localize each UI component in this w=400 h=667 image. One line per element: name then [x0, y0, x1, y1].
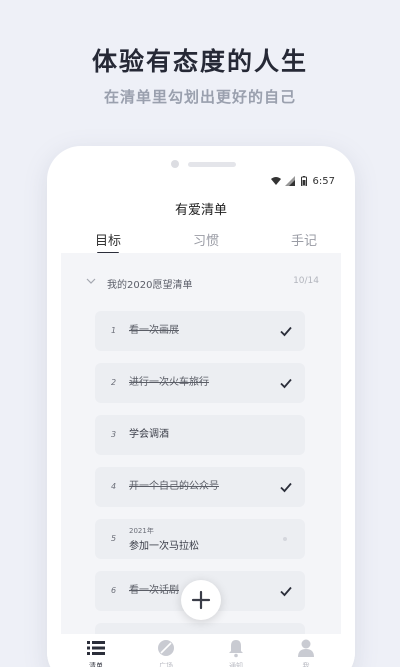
camera-dot: [171, 160, 179, 168]
nav-label: 广场: [159, 662, 173, 667]
list-item[interactable]: 2 进行一次火车旅行: [95, 363, 305, 403]
promo-headline: 体验有态度的人生: [91, 47, 308, 76]
item-number: 1: [111, 326, 117, 335]
group-header[interactable]: 我的2020愿望清单 10/14: [61, 275, 341, 291]
list-icon: [87, 641, 105, 655]
status-time: 6:57: [312, 175, 335, 187]
list-item[interactable]: 3 学会调酒: [95, 415, 305, 455]
nav-item-me[interactable]: 我: [280, 634, 332, 667]
bottom-nav: 清单 广场 通知 我: [47, 634, 355, 667]
item-number: 3: [111, 430, 117, 439]
plus-icon: [191, 590, 211, 610]
item-number: 6: [111, 586, 117, 595]
group-title: 我的2020愿望清单: [107, 280, 193, 291]
app-title: 有爱清单: [174, 203, 227, 218]
bell-icon: [229, 640, 243, 658]
item-number: 4: [111, 482, 117, 491]
chevron-down-icon[interactable]: [85, 275, 97, 287]
check-icon[interactable]: [279, 480, 293, 494]
check-icon[interactable]: [279, 584, 293, 598]
item-label: 进行一次火车旅行: [129, 377, 209, 388]
add-item-button[interactable]: [181, 580, 221, 620]
item-number: 2: [111, 378, 117, 387]
list-item[interactable]: 5 2021年 参加一次马拉松: [95, 519, 305, 559]
check-icon[interactable]: [279, 324, 293, 338]
phone-frame: 6:57 有爱清单 目标 习惯 手记 我的2020愿望清单 10/14 1 看一…: [47, 146, 355, 667]
item-label: 看一次画展: [129, 325, 179, 336]
nav-item-square[interactable]: 广场: [140, 634, 192, 667]
nav-label: 清单: [89, 662, 103, 667]
item-label: 参加一次马拉松: [129, 541, 199, 552]
list-item[interactable]: 1 看一次画展: [95, 311, 305, 351]
item-year: 2021年: [129, 527, 154, 535]
list-item[interactable]: 4 开一个自己的公众号: [95, 467, 305, 507]
signal-icon: [284, 176, 295, 186]
nav-item-list[interactable]: 清单: [70, 634, 122, 667]
item-label: 学会调酒: [129, 429, 169, 440]
item-label: 开一个自己的公众号: [129, 481, 219, 492]
promo-subline: 在清单里勾划出更好的自己: [103, 88, 296, 106]
nav-label: 我: [302, 662, 310, 667]
status-bar: 6:57: [270, 174, 335, 188]
wifi-icon: [270, 177, 281, 185]
nav-label: 通知: [229, 662, 243, 667]
item-number: 5: [111, 534, 117, 543]
check-icon[interactable]: [279, 376, 293, 390]
group-count: 10/14: [293, 276, 319, 286]
battery-icon: [300, 176, 307, 186]
nav-item-notifications[interactable]: 通知: [210, 634, 262, 667]
item-label: 看一次话剧: [129, 585, 179, 596]
pending-dot-icon: [283, 537, 287, 541]
compass-icon: [158, 640, 174, 656]
user-icon: [298, 639, 314, 657]
speaker-bar: [188, 162, 236, 167]
